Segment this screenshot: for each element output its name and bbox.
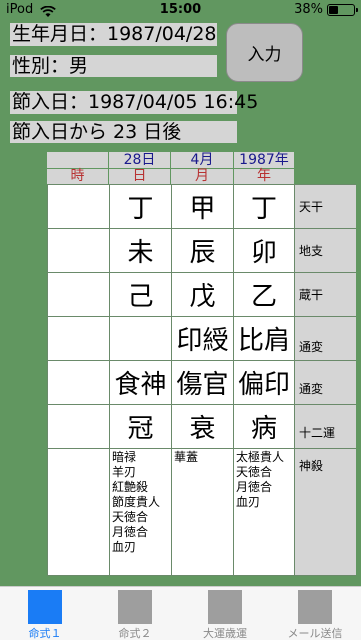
juniun-month: 衰 [172, 405, 234, 449]
tenkan-hour [48, 185, 110, 229]
tab-daiun-saiun[interactable]: 大運歳運 [180, 587, 270, 640]
tsuhen2-hour [48, 361, 110, 405]
zouka-hour [48, 273, 110, 317]
birth-date-field: 生年月日：1987/04/28 [10, 23, 217, 46]
tab-mail-send[interactable]: メール送信 [270, 587, 360, 640]
tsuhen2-month: 傷官 [172, 361, 234, 405]
chishi-year: 卯 [234, 229, 295, 273]
tenkan-day: 丁 [110, 185, 172, 229]
setsu-date-field: 節入日：1987/04/05 16:45 [10, 91, 259, 114]
pillar-header-day: 日 [109, 169, 170, 184]
pillar-header-month: 月 [171, 169, 233, 184]
zouka-year: 乙 [234, 273, 295, 317]
juniun-hour [48, 405, 110, 449]
juniun-year: 病 [234, 405, 295, 449]
date-header-month: 4月 [171, 152, 233, 168]
tenkan-year: 丁 [234, 185, 295, 229]
tab-meishiki-1[interactable]: 命式１ [0, 587, 90, 640]
tsuhen1-year: 比肩 [234, 317, 295, 361]
chishi-day: 未 [110, 229, 172, 273]
tab-label: 大運歳運 [203, 627, 247, 640]
input-button[interactable]: 入力 [226, 23, 303, 82]
date-header-year: 1987年 [234, 152, 294, 168]
shinsatsu-hour [48, 449, 110, 575]
tsuhen2-day: 食神 [110, 361, 172, 405]
label-tsuhen-2: 通変 [295, 361, 356, 405]
battery-icon [327, 4, 358, 16]
tsuhen1-month: 印綬 [172, 317, 234, 361]
battery-percent: 38% [294, 2, 323, 17]
juniun-day: 冠 [110, 405, 172, 449]
tab-label: 命式１ [28, 627, 62, 640]
tenkan-month: 甲 [172, 185, 234, 229]
tsuhen1-day [110, 317, 172, 361]
tab-meishiki-2[interactable]: 命式２ [90, 587, 180, 640]
label-zouka: 蔵干 [295, 273, 356, 317]
label-juniun: 十二運 [295, 405, 356, 449]
tab-daiun-saiun-icon [208, 590, 242, 624]
tab-meishiki-2-icon [118, 590, 152, 624]
label-tsuhen-1: 通変 [295, 317, 356, 361]
date-header-hour [47, 152, 108, 168]
meishiki-grid: 丁 甲 丁 天干 未 辰 卯 地支 己 戊 乙 蔵干 印綬 比肩 通変 食神 傷… [47, 184, 356, 576]
days-after-field: 節入日から 23 日後 [10, 121, 237, 143]
tab-meishiki-1-icon [28, 590, 62, 624]
tab-mail-send-icon [298, 590, 332, 624]
pillar-header-hour: 時 [47, 169, 108, 184]
chishi-hour [48, 229, 110, 273]
status-bar: iPod 15:00 38% [0, 0, 361, 20]
label-shinsatsu: 神殺 [295, 449, 356, 575]
shinsatsu-year: 太極貴人 天徳合 月徳合 血刃 [236, 450, 285, 509]
gender-field: 性別：男 [10, 55, 217, 77]
label-chishi: 地支 [295, 229, 356, 273]
tab-label: メール送信 [287, 627, 343, 640]
zouka-day: 己 [110, 273, 172, 317]
label-tenkan: 天干 [295, 185, 356, 229]
tab-label: 命式２ [118, 627, 152, 640]
zouka-month: 戊 [172, 273, 234, 317]
tab-bar: 命式１ 命式２ 大運歳運 メール送信 [0, 586, 361, 640]
tsuhen2-year: 偏印 [234, 361, 295, 405]
shinsatsu-month-cell [172, 449, 234, 575]
tsuhen1-hour [48, 317, 110, 361]
pillar-header-year: 年 [234, 169, 294, 184]
date-header-day: 28日 [109, 152, 170, 168]
chishi-month: 辰 [172, 229, 234, 273]
shinsatsu-month: 華蓋 [174, 450, 199, 464]
shinsatsu-day: 暗禄 羊刃 紅艶殺 節度貴人 天徳合 月徳合 血刃 [112, 450, 161, 554]
